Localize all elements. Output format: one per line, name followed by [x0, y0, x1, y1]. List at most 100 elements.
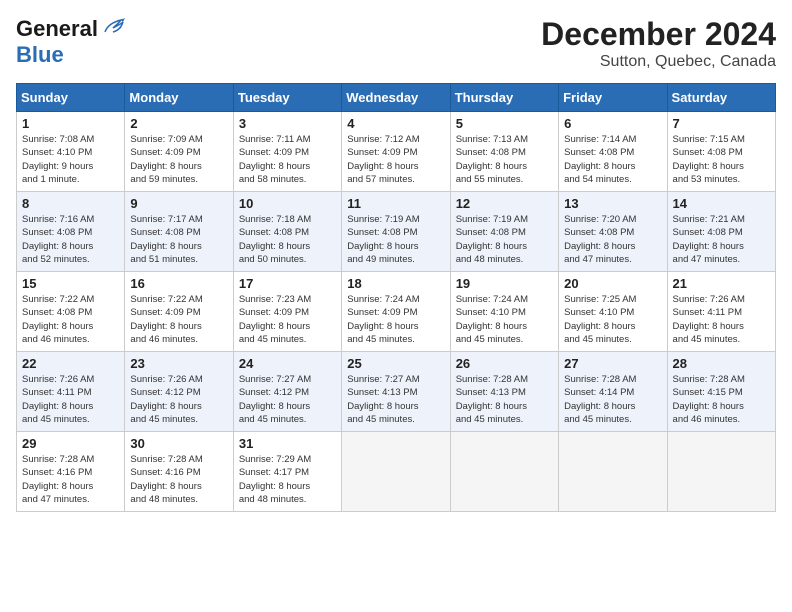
- day-number: 21: [673, 276, 770, 291]
- day-info: Sunrise: 7:12 AM Sunset: 4:09 PM Dayligh…: [347, 133, 444, 186]
- day-number: 23: [130, 356, 227, 371]
- page-header: General Blue December 2024 Sutton, Quebe…: [16, 16, 776, 71]
- day-info: Sunrise: 7:28 AM Sunset: 4:15 PM Dayligh…: [673, 373, 770, 426]
- day-info: Sunrise: 7:15 AM Sunset: 4:08 PM Dayligh…: [673, 133, 770, 186]
- location: Sutton, Quebec, Canada: [541, 53, 776, 71]
- day-number: 26: [456, 356, 553, 371]
- day-info: Sunrise: 7:14 AM Sunset: 4:08 PM Dayligh…: [564, 133, 661, 186]
- day-info: Sunrise: 7:27 AM Sunset: 4:12 PM Dayligh…: [239, 373, 336, 426]
- calendar-cell: [667, 432, 775, 512]
- title-area: December 2024 Sutton, Quebec, Canada: [541, 16, 776, 71]
- day-number: 4: [347, 116, 444, 131]
- day-number: 24: [239, 356, 336, 371]
- day-number: 19: [456, 276, 553, 291]
- day-info: Sunrise: 7:25 AM Sunset: 4:10 PM Dayligh…: [564, 293, 661, 346]
- day-number: 20: [564, 276, 661, 291]
- day-info: Sunrise: 7:20 AM Sunset: 4:08 PM Dayligh…: [564, 213, 661, 266]
- calendar-cell: 4 Sunrise: 7:12 AM Sunset: 4:09 PM Daylig…: [342, 112, 450, 192]
- day-info: Sunrise: 7:13 AM Sunset: 4:08 PM Dayligh…: [456, 133, 553, 186]
- calendar-cell: 15Sunrise: 7:22 AM Sunset: 4:08 PM Dayli…: [17, 272, 125, 352]
- calendar-cell: [450, 432, 558, 512]
- calendar-cell: [559, 432, 667, 512]
- calendar-cell: 7 Sunrise: 7:15 AM Sunset: 4:08 PM Daylig…: [667, 112, 775, 192]
- calendar-cell: 13 Sunrise: 7:20 AM Sunset: 4:08 PM Dayli…: [559, 192, 667, 272]
- day-number: 22: [22, 356, 119, 371]
- day-of-week-header: Saturday: [667, 84, 775, 112]
- day-number: 9: [130, 196, 227, 211]
- day-info: Sunrise: 7:28 AM Sunset: 4:16 PM Dayligh…: [22, 453, 119, 506]
- day-info: Sunrise: 7:26 AM Sunset: 4:11 PM Dayligh…: [22, 373, 119, 426]
- logo-blue-text: Blue: [16, 42, 64, 68]
- day-info: Sunrise: 7:24 AM Sunset: 4:10 PM Dayligh…: [456, 293, 553, 346]
- logo-bird-icon: [103, 18, 125, 36]
- day-info: Sunrise: 7:16 AM Sunset: 4:08 PM Dayligh…: [22, 213, 119, 266]
- day-info: Sunrise: 7:27 AM Sunset: 4:13 PM Dayligh…: [347, 373, 444, 426]
- day-info: Sunrise: 7:26 AM Sunset: 4:11 PM Dayligh…: [673, 293, 770, 346]
- day-number: 31: [239, 436, 336, 451]
- day-number: 18: [347, 276, 444, 291]
- day-number: 12: [456, 196, 553, 211]
- day-number: 5: [456, 116, 553, 131]
- calendar-week-row: 15Sunrise: 7:22 AM Sunset: 4:08 PM Dayli…: [17, 272, 776, 352]
- day-info: Sunrise: 7:28 AM Sunset: 4:13 PM Dayligh…: [456, 373, 553, 426]
- day-info: Sunrise: 7:21 AM Sunset: 4:08 PM Dayligh…: [673, 213, 770, 266]
- day-info: Sunrise: 7:08 AM Sunset: 4:10 PM Dayligh…: [22, 133, 119, 186]
- day-number: 25: [347, 356, 444, 371]
- day-number: 2: [130, 116, 227, 131]
- day-info: Sunrise: 7:17 AM Sunset: 4:08 PM Dayligh…: [130, 213, 227, 266]
- calendar-cell: 17Sunrise: 7:23 AM Sunset: 4:09 PM Dayli…: [233, 272, 341, 352]
- day-number: 28: [673, 356, 770, 371]
- calendar-cell: 18Sunrise: 7:24 AM Sunset: 4:09 PM Dayli…: [342, 272, 450, 352]
- day-of-week-header: Friday: [559, 84, 667, 112]
- day-info: Sunrise: 7:26 AM Sunset: 4:12 PM Dayligh…: [130, 373, 227, 426]
- calendar-cell: 14 Sunrise: 7:21 AM Sunset: 4:08 PM Dayli…: [667, 192, 775, 272]
- calendar-cell: 1 Sunrise: 7:08 AM Sunset: 4:10 PM Daylig…: [17, 112, 125, 192]
- calendar-cell: 29Sunrise: 7:28 AM Sunset: 4:16 PM Dayli…: [17, 432, 125, 512]
- day-info: Sunrise: 7:09 AM Sunset: 4:09 PM Dayligh…: [130, 133, 227, 186]
- calendar-cell: 12 Sunrise: 7:19 AM Sunset: 4:08 PM Dayli…: [450, 192, 558, 272]
- calendar-cell: 6Sunrise: 7:14 AM Sunset: 4:08 PM Daylig…: [559, 112, 667, 192]
- calendar-cell: 20 Sunrise: 7:25 AM Sunset: 4:10 PM Dayli…: [559, 272, 667, 352]
- calendar-cell: [342, 432, 450, 512]
- day-number: 17: [239, 276, 336, 291]
- day-info: Sunrise: 7:18 AM Sunset: 4:08 PM Dayligh…: [239, 213, 336, 266]
- calendar-header-row: SundayMondayTuesdayWednesdayThursdayFrid…: [17, 84, 776, 112]
- calendar-cell: 24 Sunrise: 7:27 AM Sunset: 4:12 PM Dayli…: [233, 352, 341, 432]
- day-number: 10: [239, 196, 336, 211]
- calendar-body: 1 Sunrise: 7:08 AM Sunset: 4:10 PM Daylig…: [17, 112, 776, 512]
- day-number: 16: [130, 276, 227, 291]
- day-number: 7: [673, 116, 770, 131]
- calendar-week-row: 8 Sunrise: 7:16 AM Sunset: 4:08 PM Daylig…: [17, 192, 776, 272]
- calendar-cell: 23 Sunrise: 7:26 AM Sunset: 4:12 PM Dayli…: [125, 352, 233, 432]
- calendar-week-row: 1 Sunrise: 7:08 AM Sunset: 4:10 PM Daylig…: [17, 112, 776, 192]
- calendar-cell: 25 Sunrise: 7:27 AM Sunset: 4:13 PM Dayli…: [342, 352, 450, 432]
- calendar-cell: 16Sunrise: 7:22 AM Sunset: 4:09 PM Dayli…: [125, 272, 233, 352]
- calendar-cell: 3 Sunrise: 7:11 AM Sunset: 4:09 PM Daylig…: [233, 112, 341, 192]
- calendar-table: SundayMondayTuesdayWednesdayThursdayFrid…: [16, 83, 776, 512]
- calendar-week-row: 29Sunrise: 7:28 AM Sunset: 4:16 PM Dayli…: [17, 432, 776, 512]
- calendar-cell: 28 Sunrise: 7:28 AM Sunset: 4:15 PM Dayli…: [667, 352, 775, 432]
- calendar-cell: 2 Sunrise: 7:09 AM Sunset: 4:09 PM Daylig…: [125, 112, 233, 192]
- calendar-week-row: 22 Sunrise: 7:26 AM Sunset: 4:11 PM Dayli…: [17, 352, 776, 432]
- calendar-cell: 30Sunrise: 7:28 AM Sunset: 4:16 PM Dayli…: [125, 432, 233, 512]
- calendar-cell: 5 Sunrise: 7:13 AM Sunset: 4:08 PM Daylig…: [450, 112, 558, 192]
- day-of-week-header: Monday: [125, 84, 233, 112]
- day-number: 11: [347, 196, 444, 211]
- day-number: 8: [22, 196, 119, 211]
- calendar-cell: 8 Sunrise: 7:16 AM Sunset: 4:08 PM Daylig…: [17, 192, 125, 272]
- day-of-week-header: Tuesday: [233, 84, 341, 112]
- day-info: Sunrise: 7:19 AM Sunset: 4:08 PM Dayligh…: [456, 213, 553, 266]
- calendar-cell: 9 Sunrise: 7:17 AM Sunset: 4:08 PM Daylig…: [125, 192, 233, 272]
- day-of-week-header: Wednesday: [342, 84, 450, 112]
- calendar-cell: 11 Sunrise: 7:19 AM Sunset: 4:08 PM Dayli…: [342, 192, 450, 272]
- day-of-week-header: Thursday: [450, 84, 558, 112]
- day-number: 13: [564, 196, 661, 211]
- day-info: Sunrise: 7:19 AM Sunset: 4:08 PM Dayligh…: [347, 213, 444, 266]
- day-number: 1: [22, 116, 119, 131]
- day-info: Sunrise: 7:11 AM Sunset: 4:09 PM Dayligh…: [239, 133, 336, 186]
- day-number: 14: [673, 196, 770, 211]
- calendar-cell: 26 Sunrise: 7:28 AM Sunset: 4:13 PM Dayli…: [450, 352, 558, 432]
- day-number: 27: [564, 356, 661, 371]
- day-number: 3: [239, 116, 336, 131]
- logo-general: General: [16, 16, 98, 42]
